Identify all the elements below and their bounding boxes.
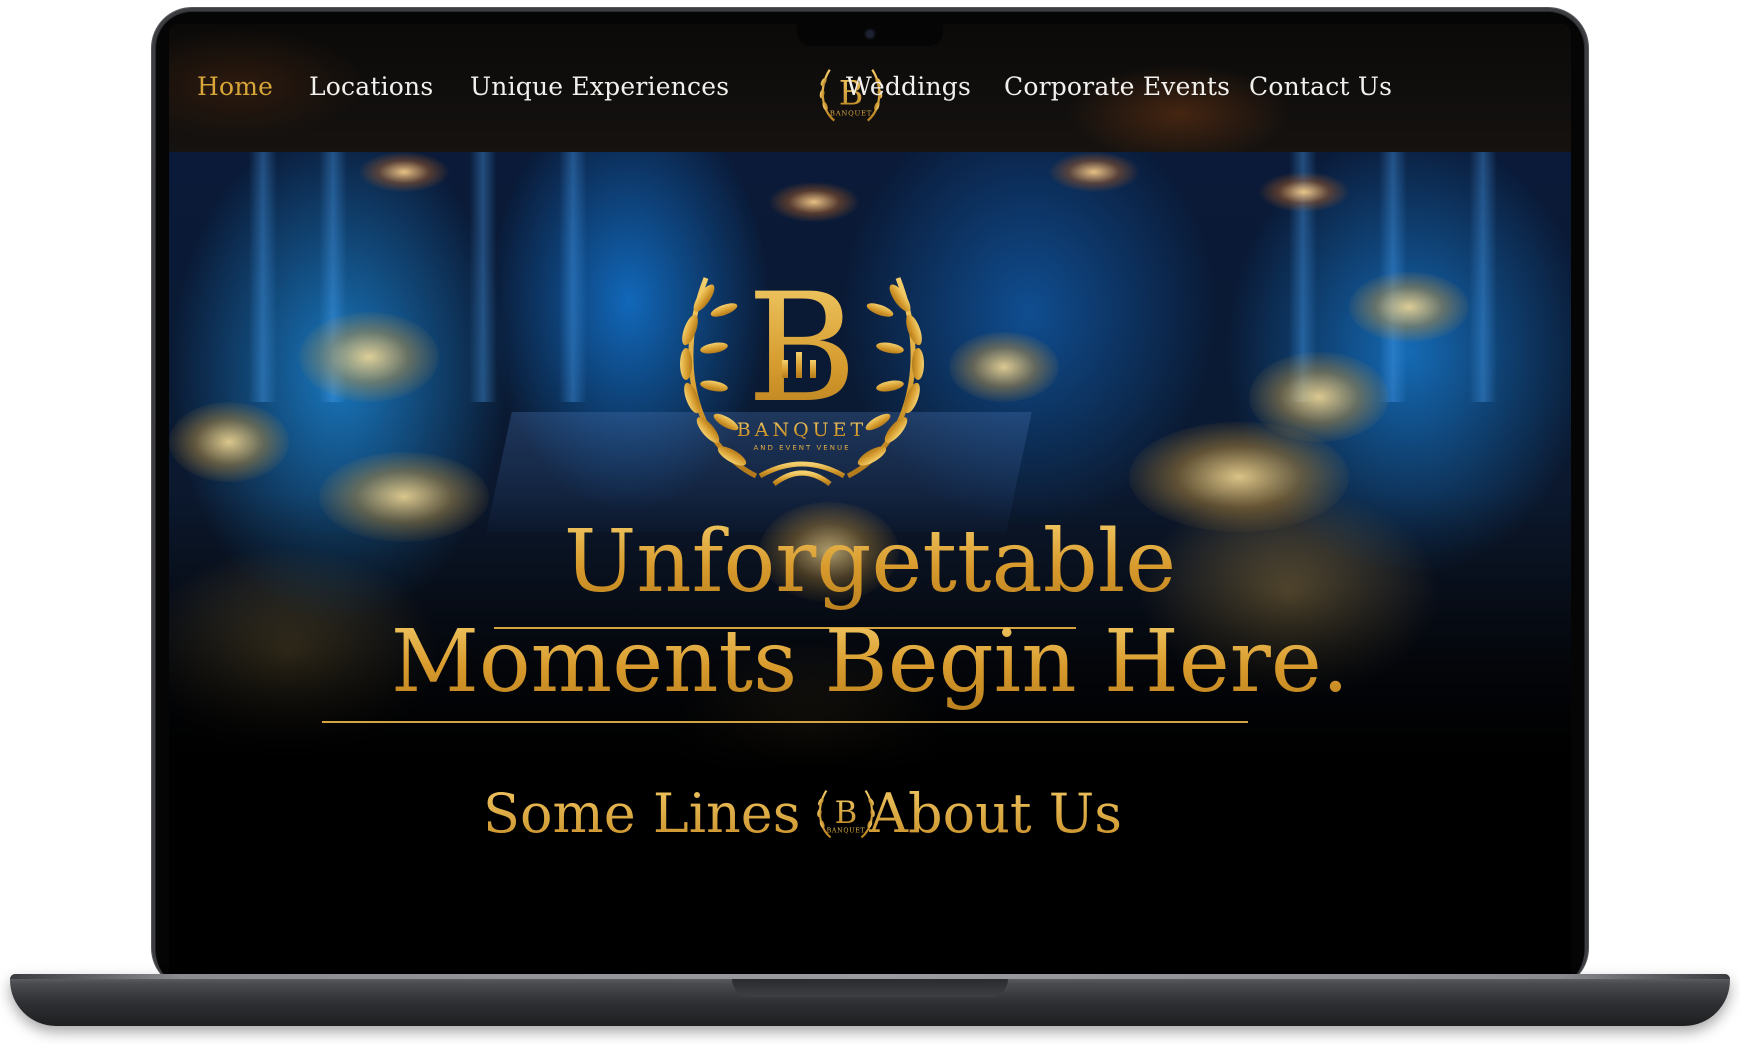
emblem-tagline: AND EVENT VENUE: [753, 444, 850, 452]
nav-item-unique-experiences[interactable]: Unique Experiences: [470, 72, 729, 101]
hero-headline-line1: Unforgettable: [169, 512, 1571, 612]
svg-text:B: B: [747, 262, 857, 436]
hero-headline-line2: Moments Begin Here.: [169, 612, 1571, 712]
nav-item-locations[interactable]: Locations: [309, 72, 433, 101]
headline-underline: [322, 721, 1248, 723]
laptop-thumb-notch: [732, 979, 1008, 997]
camera-icon: [866, 30, 874, 38]
svg-text:B: B: [835, 795, 858, 831]
about-left-text: Some Lines: [483, 782, 801, 845]
banquet-laurel-emblem-icon: B BANQUET AND EVENT VENUE: [680, 262, 924, 487]
about-right-text: About Us: [869, 782, 1122, 845]
nav-item-corporate-events[interactable]: Corporate Events: [1004, 72, 1230, 101]
emblem-wordmark: BANQUET: [737, 419, 867, 441]
about-section-header: Some Lines B BANQUET About Us: [169, 770, 1571, 890]
camera-notch: [797, 12, 943, 46]
nav-item-home[interactable]: Home: [197, 72, 273, 101]
laptop-screen: Home Locations Unique Experiences B BANQ…: [169, 24, 1571, 984]
svg-text:BANQUET: BANQUET: [830, 109, 872, 117]
svg-text:BANQUET: BANQUET: [827, 828, 866, 835]
nav-item-weddings[interactable]: Weddings: [846, 72, 971, 101]
hero-banner: B BANQUET AND EVENT VENUE Unforgettable …: [169, 152, 1571, 772]
nav-item-contact-us[interactable]: Contact Us: [1249, 72, 1392, 101]
